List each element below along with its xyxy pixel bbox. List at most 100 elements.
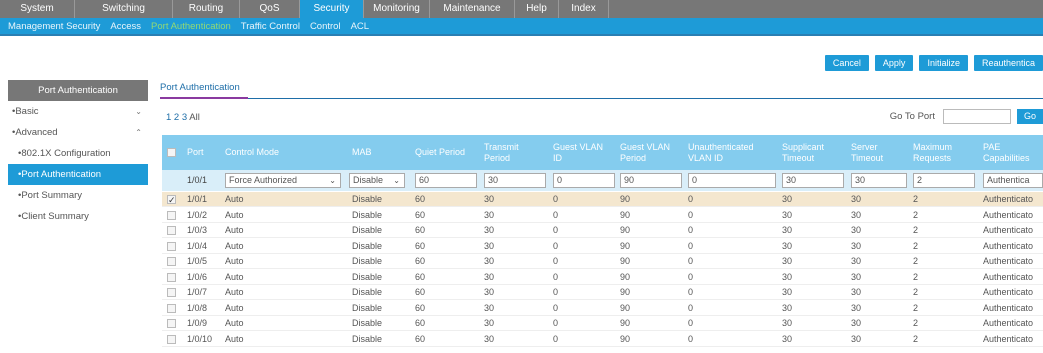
cell-pae-capabilities: Authenticato	[983, 333, 1034, 344]
table-row[interactable]: 1/0/4 Auto Disable 60 30 0 90 0 30 30 2 Authenticat…	[162, 239, 1043, 254]
row-checkbox[interactable]	[167, 239, 176, 254]
cell-guest-vlan-period: 90	[620, 194, 631, 204]
row-checkbox[interactable]	[167, 332, 176, 347]
select-all-checkbox[interactable]	[167, 135, 176, 170]
go-to-port-input[interactable]	[943, 109, 1011, 124]
cell-control-mode: Auto	[225, 194, 244, 204]
row-checkbox[interactable]	[167, 270, 176, 285]
cell-unauth-vlan-id: 0	[688, 240, 694, 251]
col-port: Port	[187, 147, 204, 157]
subnav-acl[interactable]: ACL	[351, 21, 369, 32]
cell-supplicant-timeout: 30	[782, 240, 793, 251]
tab-routing[interactable]: Routing	[173, 0, 240, 18]
cell-unauth-vlan-id: 0	[688, 225, 694, 235]
checkbox-icon	[167, 303, 176, 313]
row-checkbox[interactable]	[167, 301, 176, 316]
table-row[interactable]: 1/0/5 Auto Disable 60 30 0 90 0 30 30 2 Authenticat…	[162, 254, 1043, 269]
row-checkbox[interactable]	[167, 254, 176, 269]
cell-server-timeout: 30	[851, 194, 862, 204]
cell-unauth-vlan-id: 0	[688, 318, 694, 328]
tab-system[interactable]: System	[0, 0, 75, 18]
checkbox-icon	[167, 334, 176, 344]
row-checkbox[interactable]	[167, 285, 176, 300]
cell-pae-capabilities: Authenticato	[983, 225, 1034, 235]
tab-qos[interactable]: QoS	[240, 0, 300, 18]
row-checkbox[interactable]	[167, 316, 176, 331]
cell-guest-vlan-id: 0	[553, 333, 559, 344]
pager-pages[interactable]: 1 2 3	[166, 112, 187, 123]
cell-control-mode: Auto	[225, 271, 244, 282]
guest-vlan-id-input[interactable]: 0	[553, 173, 615, 188]
cell-unauth-vlan-id: 0	[688, 194, 694, 204]
table-row[interactable]: 1/0/8 Auto Disable 60 30 0 90 0 30 30 2 Authenticat…	[162, 301, 1043, 316]
table-row[interactable]: 1/0/7 Auto Disable 60 30 0 90 0 30 30 2 Authenticat…	[162, 285, 1043, 300]
cell-quiet-period: 60	[415, 271, 426, 282]
pager: 1 2 3 All	[166, 112, 200, 123]
sidebar-item-basic[interactable]: •Basic ⌄	[8, 101, 148, 122]
content-tab-port-authentication[interactable]: Port Authentication	[160, 82, 240, 93]
cell-quiet-period: 60	[415, 318, 426, 328]
cell-port: 1/0/5	[187, 256, 208, 266]
cell-supplicant-timeout: 30	[782, 333, 793, 344]
table-row[interactable]: 1/0/3 Auto Disable 60 30 0 90 0 30 30 2 Authenticat…	[162, 223, 1043, 238]
cell-mab: Disable	[352, 302, 383, 313]
subnav-management-security[interactable]: Management Security	[8, 21, 100, 32]
row-checkbox[interactable]	[167, 192, 176, 207]
cell-guest-vlan-id: 0	[553, 209, 559, 220]
subnav-access[interactable]: Access	[110, 21, 141, 32]
sidebar-item-port-authentication[interactable]: •Port Authentication	[8, 164, 148, 185]
sidebar-item-8021x-configuration[interactable]: •802.1X Configuration	[8, 143, 148, 164]
tab-monitoring[interactable]: Monitoring	[364, 0, 430, 18]
table-row[interactable]: 1/0/9 Auto Disable 60 30 0 90 0 30 30 2 Authenticat…	[162, 316, 1043, 331]
cancel-button[interactable]: Cancel	[824, 55, 869, 71]
cell-maximum-requests: 2	[913, 256, 919, 266]
subnav-traffic-control[interactable]: Traffic Control	[241, 21, 300, 32]
sidebar-item-client-summary[interactable]: •Client Summary	[8, 206, 148, 227]
sidebar-item-advanced[interactable]: •Advanced ⌃	[8, 122, 148, 143]
cell-unauth-vlan-id: 0	[688, 333, 694, 344]
reauthenticate-button[interactable]: Reauthentica	[973, 55, 1043, 71]
control-mode-select[interactable]: Force Authorized ⌄	[225, 173, 341, 188]
table-row[interactable]: 1/0/10 Auto Disable 60 30 0 90 0 30 30 2 Authentica…	[162, 332, 1043, 347]
table-row[interactable]: 1/0/6 Auto Disable 60 30 0 90 0 30 30 2 Authenticat…	[162, 270, 1043, 285]
subnav-control[interactable]: Control	[310, 21, 341, 32]
cell-unauth-vlan-id: 0	[688, 287, 694, 297]
cell-maximum-requests: 2	[913, 318, 919, 328]
table-row[interactable]: 1/0/2 Auto Disable 60 30 0 90 0 30 30 2 Authenticat…	[162, 208, 1043, 223]
subnav-port-authentication[interactable]: Port Authentication	[151, 21, 231, 32]
row-checkbox[interactable]	[167, 208, 176, 223]
sidebar-item-port-summary[interactable]: •Port Summary	[8, 185, 148, 206]
pager-all[interactable]: All	[189, 112, 200, 123]
server-timeout-input[interactable]: 30	[851, 173, 907, 188]
row-checkbox[interactable]	[167, 223, 176, 238]
cell-server-timeout: 30	[851, 271, 862, 282]
pae-capabilities-select[interactable]: Authentica	[983, 173, 1043, 188]
tab-index[interactable]: Index	[559, 0, 609, 18]
go-button[interactable]: Go	[1017, 109, 1043, 124]
col-guest-vlan-period: Guest VLAN Period	[620, 141, 671, 163]
guest-vlan-period-input[interactable]: 90	[620, 173, 682, 188]
cell-guest-vlan-period: 90	[620, 302, 631, 313]
tab-help[interactable]: Help	[515, 0, 559, 18]
quiet-period-input[interactable]: 60	[415, 173, 477, 188]
table-row[interactable]: 1/0/1 Auto Disable 60 30 0 90 0 30 30 2 Authenticat…	[162, 192, 1043, 207]
apply-button[interactable]: Apply	[874, 55, 914, 71]
initialize-button[interactable]: Initialize	[919, 55, 968, 71]
supplicant-timeout-input[interactable]: 30	[782, 173, 844, 188]
mab-select[interactable]: Disable ⌄	[349, 173, 405, 188]
unauth-vlan-id-input[interactable]: 0	[688, 173, 776, 188]
maximum-requests-input[interactable]: 2	[913, 173, 975, 188]
tab-switching[interactable]: Switching	[75, 0, 173, 18]
cell-pae-capabilities: Authenticato	[983, 194, 1034, 204]
cell-supplicant-timeout: 30	[782, 256, 793, 266]
tab-security[interactable]: Security	[300, 0, 364, 18]
transmit-period-input[interactable]: 30	[484, 173, 546, 188]
action-bar: Cancel Apply Initialize Reauthentica	[819, 55, 1043, 71]
tab-maintenance[interactable]: Maintenance	[430, 0, 515, 18]
cell-supplicant-timeout: 30	[782, 209, 793, 220]
cell-unauth-vlan-id: 0	[688, 209, 694, 220]
cell-server-timeout: 30	[851, 333, 862, 344]
cell-unauth-vlan-id: 0	[688, 302, 694, 313]
cell-transmit-period: 30	[484, 209, 495, 220]
cell-control-mode: Auto	[225, 318, 244, 328]
